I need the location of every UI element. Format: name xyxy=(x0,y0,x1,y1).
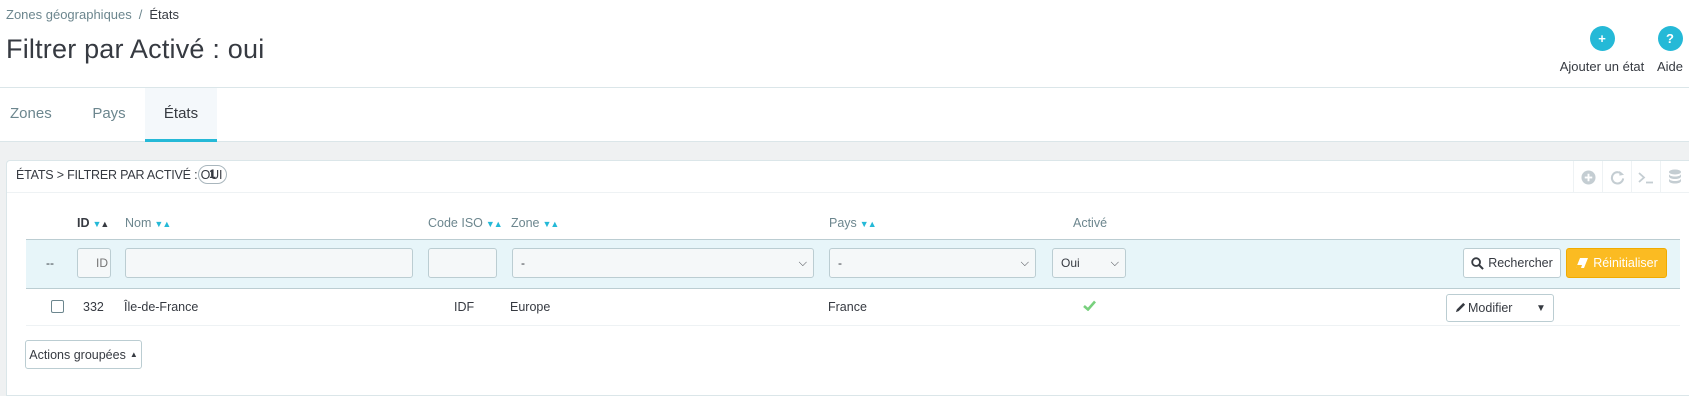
reset-button[interactable]: Réinitialiser xyxy=(1566,248,1667,278)
filter-row: -- - ⌵ - ⌵ Oui ⌵ Rechercher Réinitialise… xyxy=(26,239,1680,289)
sort-arrows-icon[interactable]: ▼▲ xyxy=(93,219,110,229)
column-id-label: ID xyxy=(77,216,90,230)
filter-id-input[interactable] xyxy=(77,248,111,278)
bulk-actions-label: Actions groupées xyxy=(29,347,126,362)
tab-states[interactable]: États xyxy=(145,88,217,142)
question-circle-icon: ? xyxy=(1657,26,1683,51)
column-header-id[interactable]: ID ▼▲ xyxy=(77,216,110,230)
sql-query-icon[interactable] xyxy=(1631,161,1660,193)
edit-button-label: Modifier xyxy=(1468,301,1513,315)
column-zone-label: Zone xyxy=(511,216,540,230)
database-icon[interactable] xyxy=(1660,161,1689,193)
panel-heading: États > Filtrer par Activé : oui 1 xyxy=(7,161,1689,193)
filter-active-select[interactable]: Oui ⌵ xyxy=(1052,248,1126,278)
breadcrumb: Zones géographiques / États xyxy=(6,7,179,22)
edit-button-group: Modifier ▼ xyxy=(1446,294,1554,322)
column-header-country[interactable]: Pays ▼▲ xyxy=(829,216,877,230)
filter-iso-input[interactable] xyxy=(428,248,497,278)
add-state-label: Ajouter un état xyxy=(1559,59,1645,74)
chevron-down-icon: ⌵ xyxy=(1110,257,1119,269)
column-country-label: Pays xyxy=(829,216,857,230)
filter-zone-value: - xyxy=(521,256,525,270)
bulk-actions-button[interactable]: Actions groupées ▲ xyxy=(25,340,142,369)
column-iso-label: Code ISO xyxy=(428,216,483,230)
sort-arrows-icon[interactable]: ▼▲ xyxy=(543,219,560,229)
edit-button[interactable]: Modifier xyxy=(1447,301,1529,315)
add-icon[interactable] xyxy=(1573,161,1602,193)
chevron-down-icon: ⌵ xyxy=(798,257,807,269)
breadcrumb-current: États xyxy=(149,7,180,22)
breadcrumb-parent-link[interactable]: Zones géographiques xyxy=(6,7,132,22)
breadcrumb-separator: / xyxy=(138,7,143,22)
table-row: 332 Île-de-France IDF Europe France Modi… xyxy=(26,290,1680,326)
panel-title: États > Filtrer par Activé : oui xyxy=(16,168,223,182)
add-state-button[interactable]: + Ajouter un état xyxy=(1552,26,1652,74)
active-check-icon[interactable] xyxy=(1083,298,1096,314)
row-iso: IDF xyxy=(454,300,475,314)
tab-bar: Zones Pays États xyxy=(0,88,1689,142)
page-header: Zones géographiques / États Filtrer par Ac… xyxy=(0,0,1689,88)
sort-arrows-icon[interactable]: ▼▲ xyxy=(486,219,503,229)
filter-zone-select[interactable]: - ⌵ xyxy=(512,248,814,278)
states-panel: États > Filtrer par Activé : oui 1 ID ▼▲ … xyxy=(6,160,1689,396)
help-button[interactable]: ? Aide xyxy=(1651,26,1689,74)
column-header-zone[interactable]: Zone ▼▲ xyxy=(511,216,560,230)
filter-active-value: Oui xyxy=(1061,256,1080,270)
filter-name-input[interactable] xyxy=(125,248,413,278)
column-header-iso[interactable]: Code ISO ▼▲ xyxy=(428,216,503,230)
row-country: France xyxy=(828,300,867,314)
sort-arrows-icon[interactable]: ▼▲ xyxy=(154,219,171,229)
panel-tools xyxy=(1573,161,1689,193)
caret-down-icon[interactable]: ▼ xyxy=(1529,303,1553,314)
refresh-icon[interactable] xyxy=(1602,161,1631,193)
tab-countries[interactable]: Pays xyxy=(92,88,126,142)
sort-arrows-icon[interactable]: ▼▲ xyxy=(860,219,877,229)
search-button[interactable]: Rechercher xyxy=(1463,248,1561,278)
reset-button-label: Réinitialiser xyxy=(1593,256,1658,270)
eraser-icon xyxy=(1576,257,1589,268)
pencil-icon xyxy=(1455,302,1466,313)
filter-country-select[interactable]: - ⌵ xyxy=(829,248,1036,278)
search-icon xyxy=(1471,256,1484,270)
caret-up-icon: ▲ xyxy=(129,350,138,359)
page-title: Filtrer par Activé : oui xyxy=(6,34,265,64)
row-id: 332 xyxy=(83,300,104,314)
row-name: Île-de-France xyxy=(124,300,199,314)
filter-placeholder-dash: -- xyxy=(46,256,54,270)
results-count-badge: 1 xyxy=(198,165,227,184)
column-name-label: Nom xyxy=(125,216,152,230)
search-button-label: Rechercher xyxy=(1488,256,1553,270)
filter-country-value: - xyxy=(838,256,842,270)
column-header-active: Activé xyxy=(1073,216,1108,230)
help-label: Aide xyxy=(1656,59,1684,74)
plus-circle-icon: + xyxy=(1589,26,1615,51)
row-zone: Europe xyxy=(510,300,551,314)
chevron-down-icon: ⌵ xyxy=(1020,257,1029,269)
tab-zones[interactable]: Zones xyxy=(10,88,52,142)
column-header-name[interactable]: Nom ▼▲ xyxy=(125,216,171,230)
row-select-checkbox[interactable] xyxy=(51,300,64,313)
